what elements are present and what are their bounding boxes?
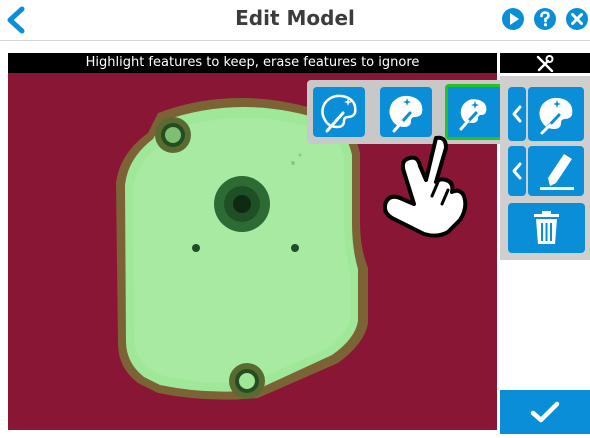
eraser-icon <box>540 154 574 190</box>
brush-wand-outline-icon <box>321 94 357 133</box>
confirm-button[interactable] <box>500 390 590 434</box>
tools-header <box>500 53 590 73</box>
eraser-tool-button[interactable] <box>528 146 584 196</box>
chevron-left-icon <box>512 105 522 123</box>
brush-wand-icon <box>539 97 573 135</box>
delete-button[interactable] <box>508 203 585 253</box>
question-icon <box>540 11 550 27</box>
close-icon <box>571 13 583 25</box>
palette-option-outline-brush[interactable] <box>313 87 365 137</box>
close-button[interactable] <box>566 8 588 30</box>
play-icon <box>510 13 519 25</box>
trash-icon <box>534 211 559 244</box>
chevron-left-icon <box>512 162 522 180</box>
help-button[interactable] <box>534 8 556 30</box>
header-divider <box>0 40 590 41</box>
expand-eraser-button[interactable] <box>508 146 526 196</box>
checkmark-icon <box>530 401 560 423</box>
play-button[interactable] <box>502 8 524 30</box>
hand-pointer-icon <box>374 130 474 240</box>
expand-brush-button[interactable] <box>508 87 526 141</box>
instruction-bar: Highlight features to keep, erase featur… <box>8 53 497 73</box>
tools-icon <box>536 55 554 73</box>
brush-tool-button[interactable] <box>528 87 584 141</box>
